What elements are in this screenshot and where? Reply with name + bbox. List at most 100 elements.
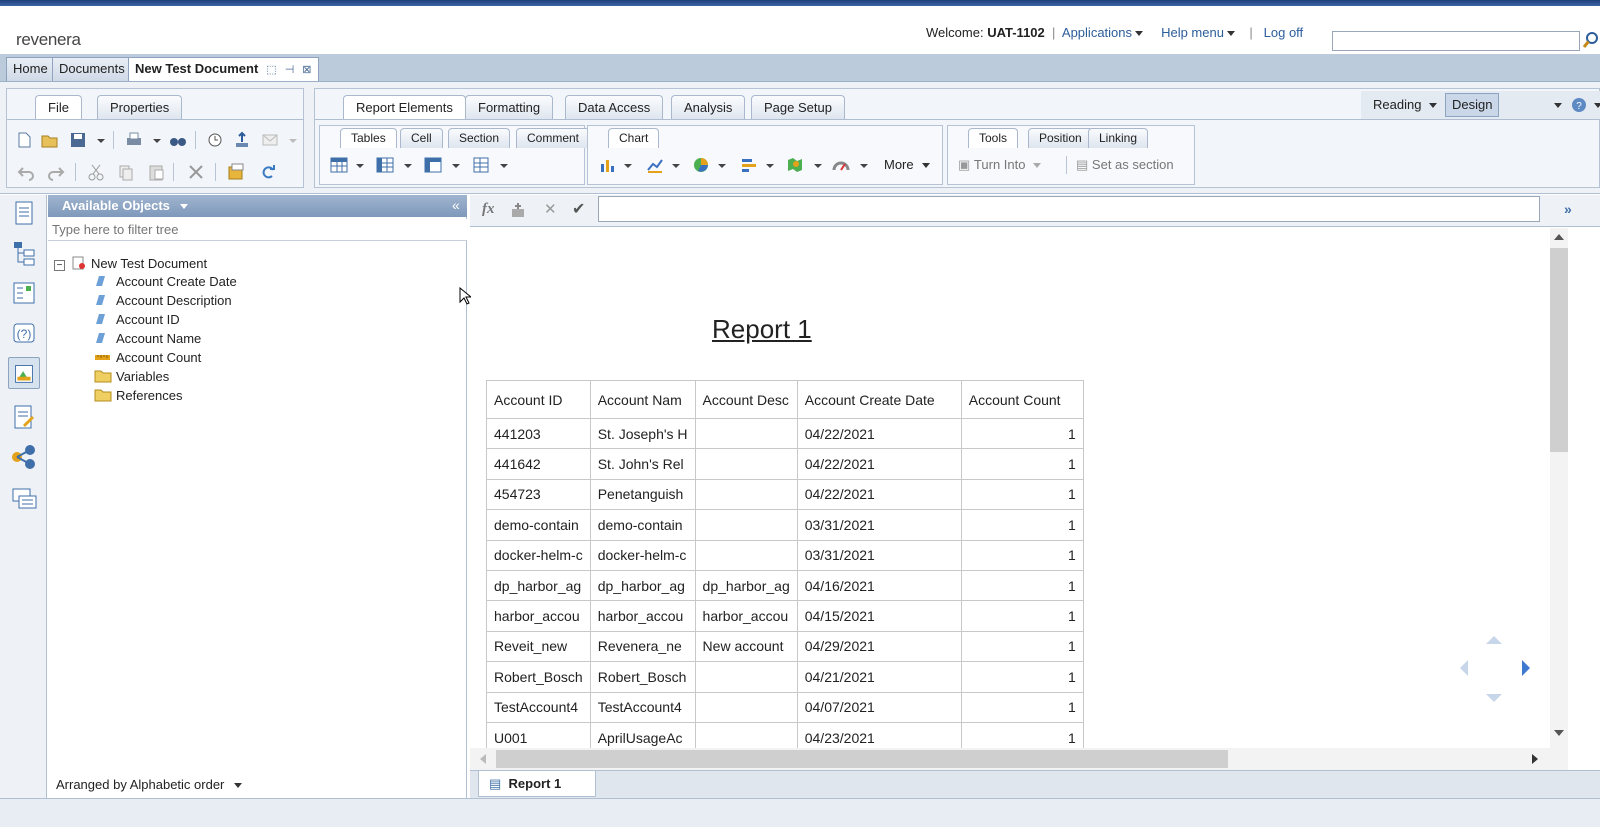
report-table[interactable]: Account ID Account Nam Account Desc Account…: [486, 380, 1084, 748]
validate-formula-icon[interactable]: ✔: [572, 199, 585, 219]
table-cell[interactable]: [694, 478, 798, 511]
tab-linking[interactable]: Linking: [1088, 128, 1149, 148]
table-cell[interactable]: St. Joseph's H: [589, 417, 696, 450]
table-cell[interactable]: 03/31/2021: [796, 539, 962, 571]
table-cell[interactable]: Robert_Bosch: [486, 661, 591, 693]
table-cell[interactable]: 454723: [486, 478, 591, 511]
table-row[interactable]: demo-contain demo-contain 03/31/2021 1: [486, 509, 1084, 541]
tab-formatting[interactable]: Formatting: [465, 95, 554, 119]
scroll-left-icon[interactable]: [480, 754, 486, 764]
close-icon[interactable]: ⊠: [302, 59, 311, 81]
table-cell[interactable]: demo-contain: [589, 509, 696, 541]
tree-item[interactable]: Account ID: [94, 311, 180, 329]
tree-item[interactable]: Account Name: [94, 330, 201, 348]
tab-data-access[interactable]: Data Access: [565, 95, 664, 119]
column-header[interactable]: Account ID: [486, 380, 591, 419]
collapse-panel-icon[interactable]: «: [452, 197, 460, 213]
tab-cell[interactable]: Cell: [400, 128, 443, 148]
tab-tables[interactable]: Tables: [340, 128, 397, 148]
table-cell[interactable]: Revenera_ne: [589, 630, 696, 663]
gauge-icon[interactable]: [832, 156, 850, 174]
scroll-thumb[interactable]: [496, 750, 1228, 768]
chevron-down-icon[interactable]: [404, 164, 412, 168]
scroll-down-icon[interactable]: [1554, 730, 1564, 736]
table-cell[interactable]: Robert_Bosch: [589, 661, 696, 693]
data-links-icon[interactable]: [8, 441, 40, 473]
report-map-icon[interactable]: [8, 237, 40, 269]
table-row[interactable]: TestAccount4 TestAccount4 04/07/2021 1: [486, 691, 1084, 723]
open-folder-icon[interactable]: [41, 131, 59, 149]
table-cell[interactable]: [694, 661, 798, 693]
table-cell[interactable]: 04/16/2021: [796, 569, 962, 602]
print-icon[interactable]: [125, 131, 143, 149]
table-cell[interactable]: AprilUsageAc: [589, 721, 696, 748]
table-cell[interactable]: harbor_accou: [589, 600, 696, 632]
table-cell[interactable]: 1: [960, 569, 1084, 602]
table-cell[interactable]: 441203: [486, 417, 591, 450]
line-chart-icon[interactable]: [646, 156, 664, 174]
more-charts-button[interactable]: More: [884, 156, 930, 174]
table-cell[interactable]: 04/21/2021: [796, 661, 962, 693]
table-cell[interactable]: [694, 448, 798, 480]
tree-item[interactable]: Account Create Date: [94, 273, 237, 291]
table-row[interactable]: Reveit_new Revenera_ne New account 04/29/20…: [486, 630, 1084, 663]
refresh-icon[interactable]: [259, 163, 277, 181]
table-row[interactable]: docker-helm-c docker-helm-c 03/31/2021 1: [486, 539, 1084, 571]
table-cell[interactable]: dp_harbor_ag: [589, 569, 696, 602]
table-cell[interactable]: New account: [694, 630, 798, 663]
tree-root[interactable]: − New Test Document: [54, 255, 207, 273]
input-controls-icon[interactable]: [8, 277, 40, 309]
table-cell[interactable]: Penetanguish: [589, 478, 696, 511]
table-cell[interactable]: 04/22/2021: [796, 417, 962, 450]
table-cell[interactable]: St. John's Rel: [589, 448, 696, 480]
search-icon[interactable]: [1582, 30, 1600, 50]
tree-item[interactable]: References: [94, 387, 182, 405]
table-cell[interactable]: U001: [486, 721, 591, 748]
chevron-down-icon[interactable]: [860, 164, 868, 168]
send-mail-icon[interactable]: [261, 131, 279, 149]
chevron-down-icon[interactable]: [766, 164, 774, 168]
column-header[interactable]: Account Create Date: [796, 380, 962, 419]
page-down-arrow-icon[interactable]: [1486, 694, 1502, 702]
search-input[interactable]: [1332, 31, 1580, 51]
tab-home[interactable]: Home: [6, 57, 55, 81]
table-cell[interactable]: 1: [960, 661, 1084, 693]
tab-file[interactable]: File: [35, 95, 82, 119]
chevron-down-icon[interactable]: [153, 139, 161, 143]
table-row[interactable]: 441642 St. John's Rel 04/22/2021 1: [486, 448, 1084, 480]
available-objects-icon[interactable]: [8, 357, 40, 389]
table-cell[interactable]: 1: [960, 630, 1084, 663]
maximize-icon[interactable]: ⬚: [266, 59, 276, 81]
table-cell[interactable]: 04/22/2021: [796, 478, 962, 511]
table-cell[interactable]: 1: [960, 478, 1084, 511]
sort-order-menu[interactable]: Arranged by Alphabetic order: [56, 777, 243, 792]
vertical-scrollbar[interactable]: [1550, 228, 1568, 748]
scroll-up-icon[interactable]: [1554, 234, 1564, 240]
find-binoculars-icon[interactable]: [169, 131, 187, 149]
table-cell[interactable]: 1: [960, 539, 1084, 571]
chevron-down-icon[interactable]: [814, 164, 822, 168]
table-cell[interactable]: [694, 417, 798, 450]
chevron-down-icon[interactable]: [1554, 103, 1562, 108]
tab-properties[interactable]: Properties: [97, 95, 183, 119]
table-cell[interactable]: 1: [960, 691, 1084, 723]
table-cell[interactable]: 441642: [486, 448, 591, 480]
table-row[interactable]: dp_harbor_ag dp_harbor_ag dp_harbor_ag 04/1…: [486, 569, 1084, 602]
table-cell[interactable]: demo-contain: [486, 509, 591, 541]
help-menu[interactable]: Help menu: [1161, 25, 1235, 40]
column-header[interactable]: Account Nam: [589, 380, 696, 419]
help-icon[interactable]: ?: [1571, 97, 1587, 113]
chevron-down-icon[interactable]: [1594, 103, 1600, 108]
tab-section[interactable]: Section: [448, 128, 511, 148]
chevron-down-icon[interactable]: [452, 164, 460, 168]
tab-analysis[interactable]: Analysis: [671, 95, 746, 119]
table-cell[interactable]: 1: [960, 721, 1084, 748]
form-table-icon[interactable]: [472, 156, 490, 174]
filter-tree-input[interactable]: [48, 219, 467, 241]
table-cell[interactable]: [694, 721, 798, 748]
document-summary-icon[interactable]: [8, 197, 40, 229]
column-header[interactable]: Account Desc: [694, 380, 798, 419]
table-cell[interactable]: 1: [960, 417, 1084, 450]
table-cell[interactable]: Reveit_new: [486, 630, 591, 663]
tab-page-setup[interactable]: Page Setup: [751, 95, 845, 119]
